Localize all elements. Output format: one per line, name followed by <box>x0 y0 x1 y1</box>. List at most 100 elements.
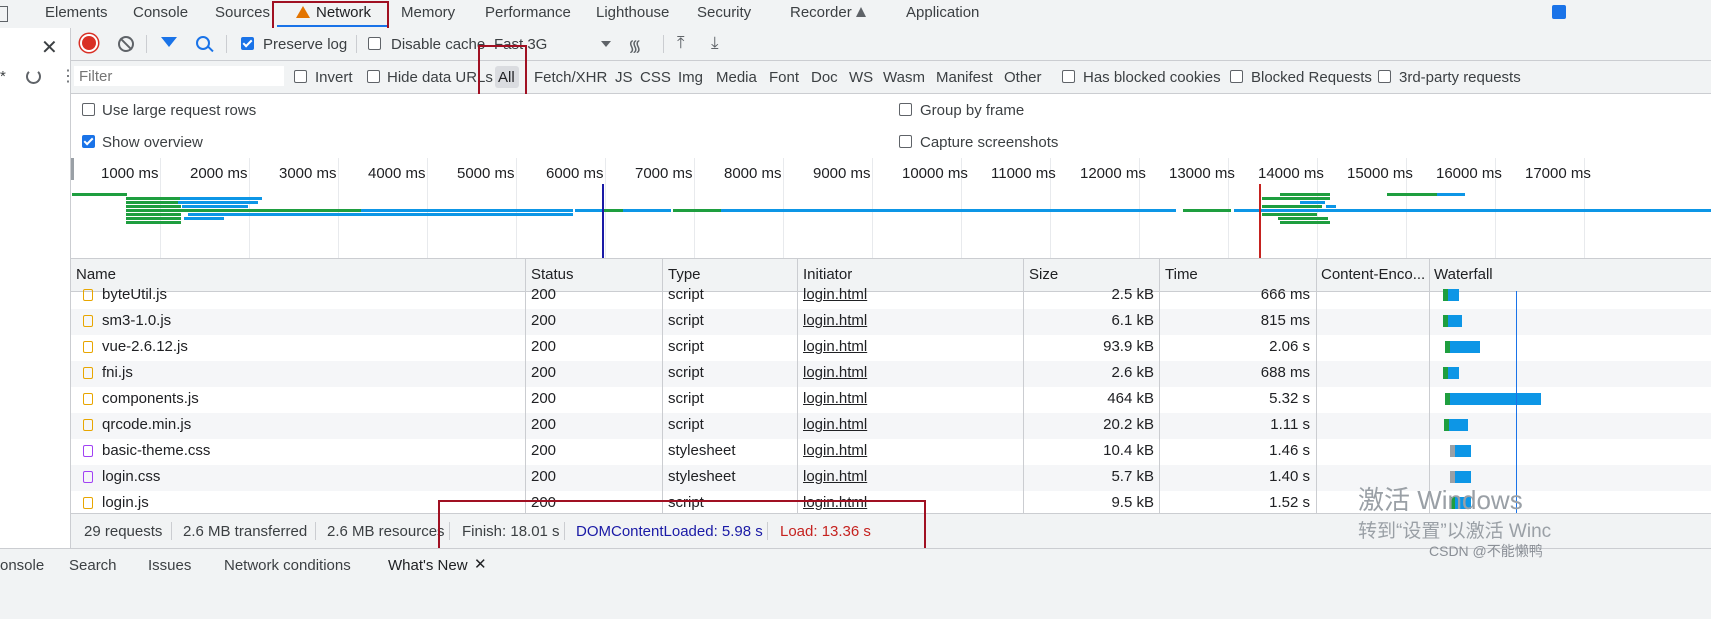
table-row[interactable]: vue-2.6.12.js 200 script login.html 93.9 kB 2… <box>71 335 1711 361</box>
network-conditions-icon[interactable]: ᯾ <box>628 34 642 56</box>
preserve-log-checkbox[interactable] <box>241 37 254 50</box>
tab-memory[interactable]: Memory <box>401 4 455 21</box>
chevron-down-icon[interactable] <box>601 41 611 47</box>
tab-security[interactable]: Security <box>697 4 751 21</box>
cell-initiator[interactable]: login.html <box>803 338 867 355</box>
col-type[interactable]: Type <box>668 266 701 283</box>
disable-cache-checkbox[interactable] <box>368 37 381 50</box>
third-party-requests-checkbox[interactable] <box>1378 70 1391 83</box>
col-status[interactable]: Status <box>531 266 574 283</box>
large-rows-checkbox[interactable] <box>82 103 95 116</box>
cell-status: 200 <box>531 338 557 355</box>
filter-input[interactable] <box>74 66 284 86</box>
cell-size: 93.9 kB <box>1103 338 1154 355</box>
type-filter-fetch-xhr[interactable]: Fetch/XHR <box>534 69 607 86</box>
overview-request-bar <box>126 201 178 204</box>
group-by-frame-label: Group by frame <box>920 102 1025 119</box>
cell-initiator[interactable]: login.html <box>803 468 867 485</box>
col-initiator[interactable]: Initiator <box>803 266 852 283</box>
col-content-encoding[interactable]: Content-Enco... <box>1321 266 1425 283</box>
drawer-tab-search[interactable]: Search <box>69 557 117 574</box>
search-icon[interactable] <box>196 36 214 53</box>
record-icon[interactable] <box>82 36 96 50</box>
table-row[interactable]: fni.js 200 script login.html 2.6 kB 688 ms <box>71 361 1711 387</box>
group-by-frame-checkbox[interactable] <box>899 103 912 116</box>
overview-gridline <box>427 158 428 258</box>
tab-console[interactable]: Console <box>133 4 188 21</box>
tab-elements[interactable]: Elements <box>45 4 108 21</box>
has-blocked-cookies-checkbox[interactable] <box>1062 70 1075 83</box>
type-filter-wasm[interactable]: Wasm <box>883 69 925 86</box>
overview-tick-label: 6000 ms <box>546 165 604 182</box>
feedback-icon[interactable] <box>1552 5 1566 19</box>
type-filter-css[interactable]: CSS <box>640 69 671 86</box>
tab-sources[interactable]: Sources <box>215 4 270 21</box>
overview-request-bar <box>1262 213 1317 216</box>
col-name[interactable]: Name <box>76 266 116 283</box>
table-row[interactable]: qrcode.min.js 200 script login.html 20.2 kB 1… <box>71 413 1711 439</box>
cell-initiator[interactable]: login.html <box>803 312 867 329</box>
close-icon[interactable]: ✕ <box>41 35 58 60</box>
col-time[interactable]: Time <box>1165 266 1198 283</box>
waterfall-download-bar <box>1448 419 1469 431</box>
tab-recorder[interactable]: Recorder <box>790 4 866 21</box>
drawer-tab-whats-new[interactable]: What's New <box>388 557 468 574</box>
capture-screenshots-checkbox[interactable] <box>899 135 912 148</box>
overview-gridline <box>338 158 339 258</box>
hide-data-urls-checkbox[interactable] <box>367 70 380 83</box>
table-row[interactable]: byteUtil.js 200 script login.html 2.5 kB 666 … <box>71 283 1711 309</box>
type-filter-img[interactable]: Img <box>678 69 703 86</box>
drawer-tab-network-conditions[interactable]: Network conditions <box>224 557 351 574</box>
overview-left-handle[interactable] <box>71 158 74 180</box>
left-panel-toggle[interactable] <box>0 6 8 22</box>
cell-initiator[interactable]: login.html <box>803 390 867 407</box>
filter-icon[interactable] <box>161 37 177 47</box>
cell-initiator[interactable]: login.html <box>803 416 867 433</box>
overview-gridline <box>160 158 161 258</box>
reload-icon[interactable] <box>26 69 41 84</box>
type-filter-other[interactable]: Other <box>1004 69 1042 86</box>
activation-watermark-line1: 激活 Windows <box>1358 485 1523 515</box>
cell-time: 2.06 s <box>1269 338 1310 355</box>
clear-icon[interactable] <box>118 36 134 52</box>
type-filter-manifest[interactable]: Manifest <box>936 69 993 86</box>
script-file-icon <box>83 341 93 353</box>
drawer-tab-issues[interactable]: Issues <box>148 557 191 574</box>
type-filter-ws[interactable]: WS <box>849 69 873 86</box>
overview-tick-label: 9000 ms <box>813 165 871 182</box>
show-overview-checkbox[interactable] <box>82 135 95 148</box>
overview-tick-label: 13000 ms <box>1169 165 1235 182</box>
tab-application[interactable]: Application <box>906 4 979 21</box>
drawer-tab-console[interactable]: onsole <box>0 557 44 574</box>
tab-lighthouse[interactable]: Lighthouse <box>596 4 669 21</box>
tab-performance[interactable]: Performance <box>485 4 571 21</box>
cell-type: script <box>668 312 704 329</box>
cell-size: 20.2 kB <box>1103 416 1154 433</box>
col-size[interactable]: Size <box>1029 266 1058 283</box>
waterfall-download-bar <box>1454 445 1472 457</box>
table-row[interactable]: basic-theme.css 200 stylesheet login.html 10… <box>71 439 1711 465</box>
drawer-close-icon[interactable]: ✕ <box>474 555 487 573</box>
cell-initiator[interactable]: login.html <box>803 442 867 459</box>
cell-initiator[interactable]: login.html <box>803 364 867 381</box>
capture-screenshots-label: Capture screenshots <box>920 134 1059 151</box>
blocked-requests-checkbox[interactable] <box>1230 70 1243 83</box>
cell-time: 1.46 s <box>1269 442 1310 459</box>
table-row[interactable]: sm3-1.0.js 200 script login.html 6.1 kB 815 m… <box>71 309 1711 335</box>
table-row[interactable]: components.js 200 script login.html 464 kB 5.… <box>71 387 1711 413</box>
type-filter-font[interactable]: Font <box>769 69 799 86</box>
export-har-icon[interactable]: ⤓ <box>711 33 719 53</box>
import-har-icon[interactable]: ⤒ <box>677 33 685 53</box>
overview-gridline <box>872 158 873 258</box>
overview-request-bar <box>1278 217 1328 220</box>
type-filter-media[interactable]: Media <box>716 69 757 86</box>
cell-initiator[interactable]: login.html <box>803 286 867 303</box>
cell-time: 5.32 s <box>1269 390 1310 407</box>
type-filter-doc[interactable]: Doc <box>811 69 838 86</box>
overview-request-bar <box>126 205 181 208</box>
type-filter-js[interactable]: JS <box>615 69 633 86</box>
overview-request-bar <box>126 209 311 212</box>
status-transferred: 2.6 MB transferred <box>183 523 308 540</box>
col-waterfall[interactable]: Waterfall <box>1434 266 1493 283</box>
invert-checkbox[interactable] <box>294 70 307 83</box>
